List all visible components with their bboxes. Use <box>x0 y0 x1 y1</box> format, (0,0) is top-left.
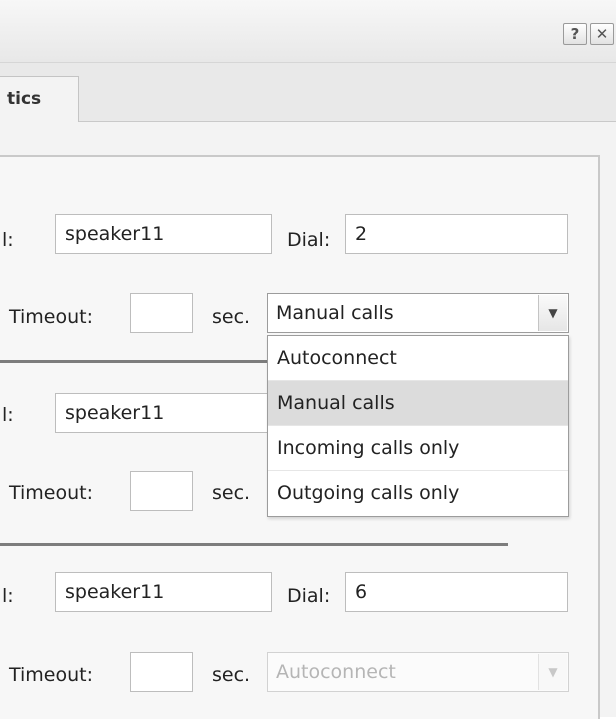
dropdown-option-incoming-calls-only[interactable]: Incoming calls only <box>268 426 568 471</box>
timeout-field[interactable] <box>130 652 193 692</box>
speaker-id-field[interactable]: speaker11 <box>55 393 270 433</box>
call-mode-value: Autoconnect <box>276 661 396 683</box>
timeout-label: Timeout: <box>9 664 94 686</box>
dial-label: Dial: <box>287 585 331 607</box>
timeout-label: Timeout: <box>9 306 94 328</box>
dial-field[interactable]: 6 <box>345 572 568 612</box>
dropdown-option-autoconnect[interactable]: Autoconnect <box>268 336 568 381</box>
sec-label: sec. <box>212 306 251 328</box>
timeout-label: Timeout: <box>9 482 94 504</box>
close-icon: ✕ <box>595 25 609 43</box>
timeout-field[interactable] <box>130 293 193 333</box>
section-divider <box>0 360 267 363</box>
close-button[interactable]: ✕ <box>590 23 614 45</box>
help-icon: ? <box>570 25 580 43</box>
call-mode-dropdown-list: Autoconnect Manual calls Incoming calls … <box>267 335 569 517</box>
chevron-down-icon[interactable]: ▼ <box>538 295 567 331</box>
call-mode-select-disabled: Autoconnect ▼ <box>267 652 569 692</box>
dial-label: Dial: <box>287 229 331 251</box>
dropdown-option-outgoing-calls-only[interactable]: Outgoing calls only <box>268 471 568 516</box>
sec-label: sec. <box>212 482 251 504</box>
tab-label: tics <box>7 89 42 109</box>
tab-strip: tics <box>0 63 616 122</box>
speaker-id-field[interactable]: speaker11 <box>55 214 272 254</box>
tab-statistics[interactable]: tics <box>0 76 79 122</box>
call-mode-value: Manual calls <box>276 302 394 324</box>
dropdown-option-manual-calls[interactable]: Manual calls <box>268 381 568 426</box>
speaker-id-label: l: <box>2 585 14 607</box>
call-mode-select[interactable]: Manual calls ▼ <box>267 293 569 333</box>
speaker-id-label: l: <box>2 404 14 426</box>
dial-field[interactable]: 2 <box>345 214 568 254</box>
sec-label: sec. <box>212 664 251 686</box>
dialog-titlebar: ? ✕ <box>0 0 616 63</box>
speaker-id-field[interactable]: speaker11 <box>55 572 272 612</box>
timeout-field[interactable] <box>130 471 193 511</box>
section-divider <box>0 543 508 546</box>
chevron-down-icon: ▼ <box>538 654 567 690</box>
speaker-id-label: l: <box>2 229 14 251</box>
help-button[interactable]: ? <box>563 23 587 45</box>
